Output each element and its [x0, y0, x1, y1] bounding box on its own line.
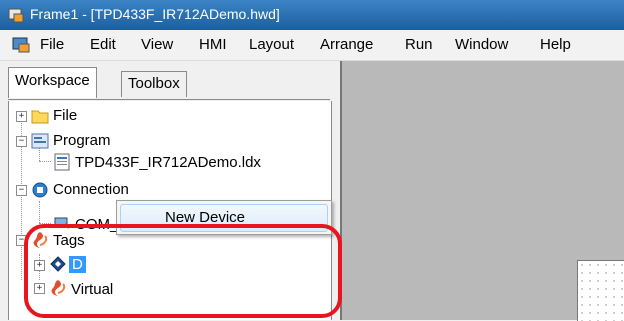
tab-toolbox[interactable]: Toolbox — [121, 71, 187, 97]
window-title: Frame1 - [TPD433F_IR712ADemo.hwd] — [30, 6, 280, 22]
title-bar: Frame1 - [TPD433F_IR712ADemo.hwd] — [0, 0, 624, 30]
tree-item-program[interactable]: Program — [53, 132, 111, 149]
menu-layout[interactable]: Layout — [249, 36, 294, 53]
folder-icon — [31, 110, 49, 124]
menu-window[interactable]: Window — [455, 36, 508, 53]
tab-divider — [8, 99, 330, 100]
menu-file[interactable]: File — [40, 36, 64, 53]
program-icon — [31, 133, 49, 149]
connection-icon — [32, 182, 48, 198]
expand-file[interactable]: + — [16, 111, 27, 122]
collapse-program[interactable]: − — [16, 136, 27, 147]
tree-item-connection[interactable]: Connection — [53, 181, 129, 198]
menu-bar: File Edit View HMI Layout Arrange Run Wi… — [0, 30, 624, 61]
menu-help[interactable]: Help — [540, 36, 571, 53]
tab-workspace[interactable]: Workspace — [8, 67, 97, 98]
menu-arrange[interactable]: Arrange — [320, 36, 373, 53]
tree-item-file[interactable]: File — [53, 107, 77, 124]
menu-edit[interactable]: Edit — [90, 36, 116, 53]
menu-view[interactable]: View — [141, 36, 173, 53]
collapse-connection[interactable]: − — [16, 185, 27, 196]
tree-line — [39, 201, 40, 223]
program-file-icon — [54, 153, 70, 171]
hmi-canvas-area[interactable] — [340, 61, 624, 321]
hmi-sheet[interactable] — [577, 260, 624, 321]
tree-item-program-file[interactable]: TPD433F_IR712ADemo.ldx — [75, 154, 261, 171]
mdi-doc-icon[interactable] — [12, 37, 30, 53]
menu-run[interactable]: Run — [405, 36, 433, 53]
menu-hmi[interactable]: HMI — [199, 36, 227, 53]
annotation-highlight — [24, 224, 342, 318]
tree-line — [39, 161, 51, 162]
app-icon — [8, 8, 24, 23]
